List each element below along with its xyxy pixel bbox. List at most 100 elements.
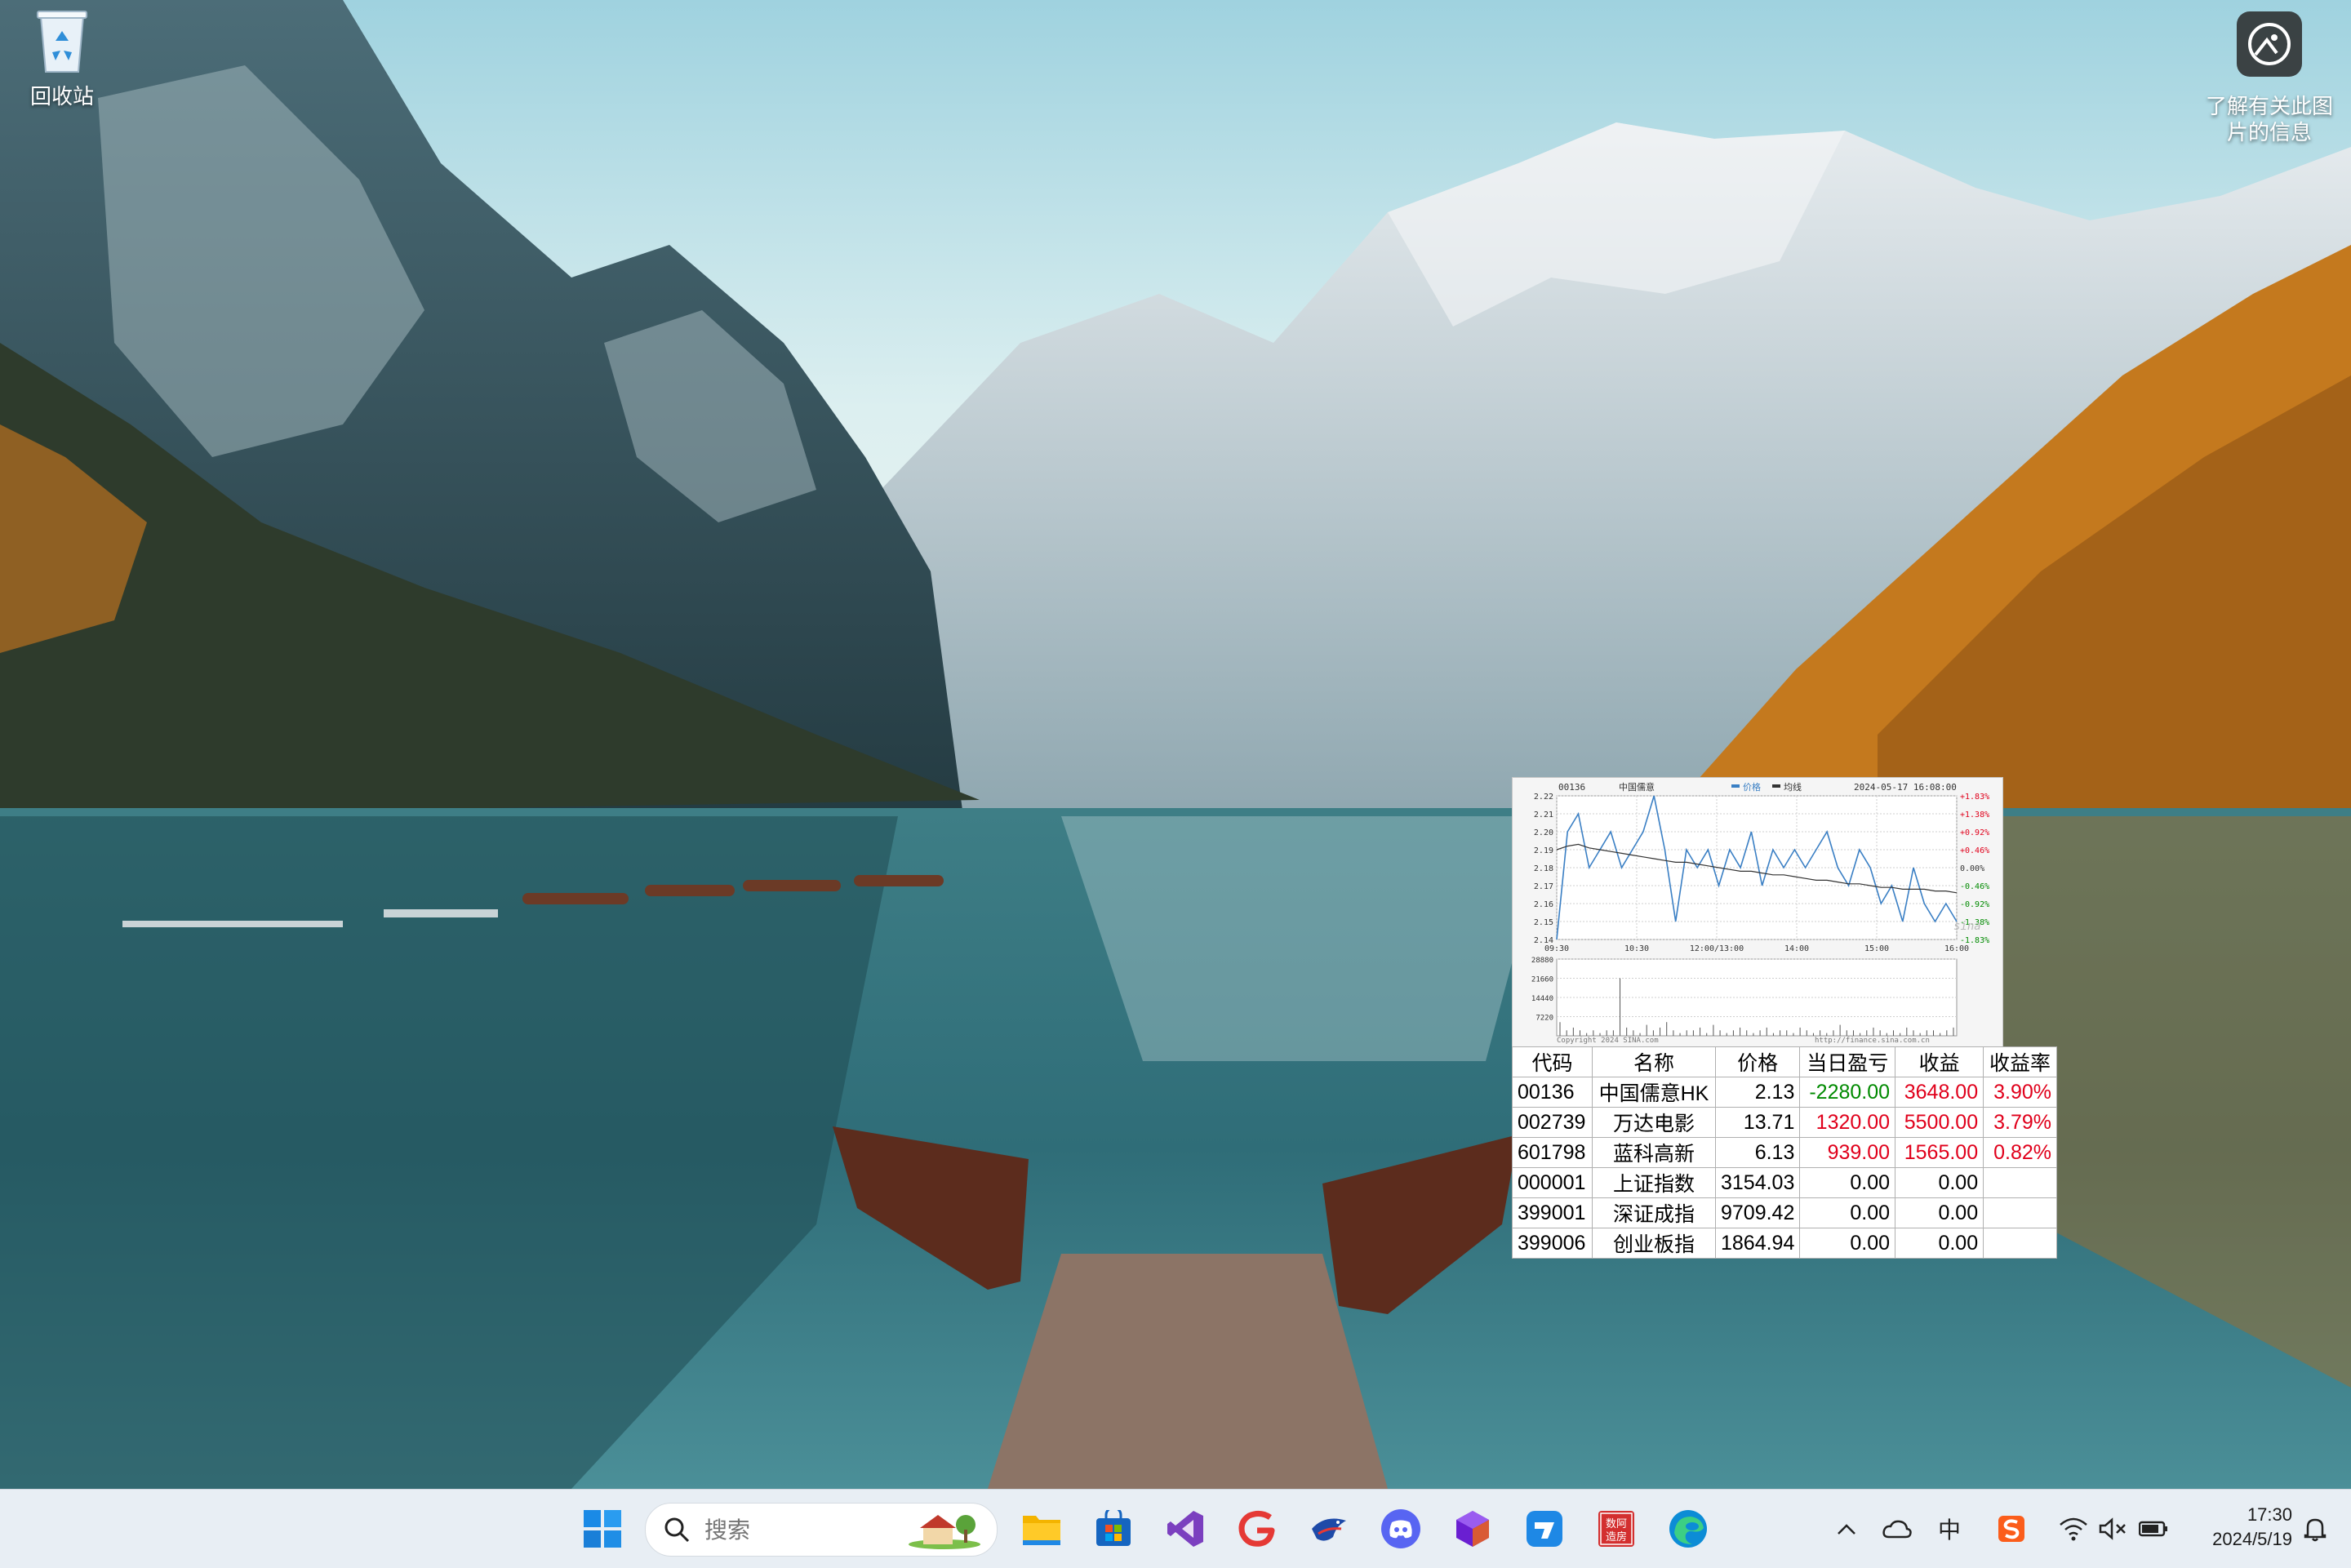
time-tick-label: 09:30 xyxy=(1544,944,1569,953)
stock-table: 代码 名称 价格 当日盈亏 收益 收益率 00136 中国儒意HK 2.13 -… xyxy=(1511,1046,2057,1259)
network-button[interactable] xyxy=(2055,1508,2091,1550)
desktop-wallpaper xyxy=(0,0,2351,1489)
cell-code: 002739 xyxy=(1511,1107,1593,1138)
legend-avg-swatch xyxy=(1772,784,1780,788)
file-explorer-button[interactable] xyxy=(1014,1501,1069,1557)
time-tick-label: 14:00 xyxy=(1784,944,1809,953)
price-tick-label: 2.16 xyxy=(1534,900,1553,909)
search-input[interactable] xyxy=(703,1513,902,1548)
show-hidden-icons-button[interactable] xyxy=(1832,1508,1861,1550)
price-tick-label: 2.19 xyxy=(1534,846,1553,855)
clock-time: 17:30 xyxy=(2247,1504,2292,1525)
taskbar: 数阿 造房 中 xyxy=(0,1489,2351,1568)
cell-code: 00136 xyxy=(1511,1077,1593,1108)
cell-daily-pnl: -2280.00 xyxy=(1799,1077,1896,1108)
cell-price: 13.71 xyxy=(1714,1107,1801,1138)
price-tick-label: 2.18 xyxy=(1534,864,1553,873)
spotlight-info-icon xyxy=(2237,11,2302,77)
cell-income: 0.00 xyxy=(1895,1197,1984,1228)
microsoft-store-button[interactable] xyxy=(1086,1501,1141,1557)
bird-app-button[interactable] xyxy=(1301,1501,1357,1557)
cell-code: 399001 xyxy=(1511,1197,1593,1228)
volume-button[interactable] xyxy=(2096,1508,2129,1550)
wifi-icon xyxy=(2060,1517,2087,1541)
taskbar-clock[interactable]: 17:30 2024/5/19 xyxy=(2178,1503,2292,1552)
header-code[interactable]: 代码 xyxy=(1511,1046,1593,1077)
header-price[interactable]: 价格 xyxy=(1714,1046,1801,1077)
ime-indicator[interactable]: 中 xyxy=(1935,1508,1964,1550)
header-name[interactable]: 名称 xyxy=(1592,1046,1716,1077)
table-row[interactable]: 002739 万达电影 13.71 1320.00 5500.00 3.79% xyxy=(1511,1107,2057,1138)
cell-name: 中国儒意HK xyxy=(1592,1077,1716,1108)
chart-watermark: sina xyxy=(1953,920,1981,933)
bell-icon xyxy=(2304,1518,2327,1542)
volume-tick-label: 28880 xyxy=(1531,957,1553,965)
table-row[interactable]: 399006 创业板指 1864.94 0.00 0.00 xyxy=(1511,1228,2057,1259)
battery-button[interactable] xyxy=(2135,1508,2171,1550)
percent-tick-label: +0.92% xyxy=(1960,828,1989,837)
chart-source-url: http://finance.sina.com.cn xyxy=(1815,1037,1930,1045)
cell-return-rate xyxy=(1983,1228,2057,1259)
header-return-rate[interactable]: 收益率 xyxy=(1983,1046,2057,1077)
price-tick-label: 2.20 xyxy=(1534,828,1553,837)
time-tick-label: 12:00/13:00 xyxy=(1690,944,1744,953)
edge-browser-button[interactable] xyxy=(1660,1501,1716,1557)
header-daily-pnl[interactable]: 当日盈亏 xyxy=(1799,1046,1896,1077)
percent-tick-label: +1.38% xyxy=(1960,811,1989,820)
cell-income: 1565.00 xyxy=(1895,1137,1984,1168)
chart-datetime: 2024-05-17 16:08:00 xyxy=(1854,782,1957,793)
clock-date: 2024/5/19 xyxy=(2212,1529,2292,1549)
cell-code: 399006 xyxy=(1511,1228,1593,1259)
price-tick-label: 2.15 xyxy=(1534,918,1553,927)
table-header-row: 代码 名称 价格 当日盈亏 收益 收益率 xyxy=(1511,1046,2057,1077)
cell-daily-pnl: 939.00 xyxy=(1799,1137,1896,1168)
volume-tick-label: 14440 xyxy=(1531,995,1553,1003)
purple-cube-app-button[interactable] xyxy=(1445,1501,1500,1557)
sogou-icon xyxy=(1998,1516,2024,1542)
percent-tick-label: -0.46% xyxy=(1960,882,1989,891)
table-row[interactable]: 601798 蓝科高新 6.13 939.00 1565.00 0.82% xyxy=(1511,1137,2057,1168)
red-g-app-button[interactable] xyxy=(1229,1501,1285,1557)
red-stamp-app-button[interactable]: 数阿 造房 xyxy=(1589,1501,1644,1557)
discord-icon xyxy=(1381,1509,1420,1548)
recycle-bin-label: 回收站 xyxy=(29,84,94,109)
legend-price-swatch xyxy=(1731,784,1740,788)
blue-arrow-app-button[interactable] xyxy=(1517,1501,1572,1557)
spotlight-info-shortcut[interactable]: 了解有关此图片的信息 xyxy=(2196,11,2343,145)
cell-income: 5500.00 xyxy=(1895,1107,1984,1138)
header-income[interactable]: 收益 xyxy=(1895,1046,1984,1077)
onedrive-button[interactable] xyxy=(1879,1508,1915,1550)
time-tick-label: 16:00 xyxy=(1944,944,1969,953)
edge-icon xyxy=(1669,1510,1707,1548)
cell-price: 6.13 xyxy=(1714,1137,1801,1168)
table-row[interactable]: 399001 深证成指 9709.42 0.00 0.00 xyxy=(1511,1197,2057,1228)
cell-return-rate: 3.90% xyxy=(1983,1077,2057,1108)
stock-widget[interactable]: 00136 中国儒意 价格 均线 2024-05-17 16:08:00 2.2… xyxy=(1511,777,2057,1259)
sogou-ime-button[interactable] xyxy=(1993,1508,2029,1550)
cell-price: 2.13 xyxy=(1714,1077,1801,1108)
percent-tick-label: 0.00% xyxy=(1960,864,1984,873)
volume-muted-icon xyxy=(2099,1517,2126,1540)
cell-income: 3648.00 xyxy=(1895,1077,1984,1108)
notifications-button[interactable] xyxy=(2297,1508,2333,1550)
chevron-up-icon xyxy=(1838,1524,1855,1535)
discord-button[interactable] xyxy=(1373,1501,1429,1557)
chart-stock-code: 00136 xyxy=(1558,782,1585,793)
cell-price: 3154.03 xyxy=(1714,1167,1801,1198)
recycle-bin-icon xyxy=(37,11,87,73)
table-row[interactable]: 00136 中国儒意HK 2.13 -2280.00 3648.00 3.90% xyxy=(1511,1077,2057,1108)
visual-studio-icon xyxy=(1167,1511,1203,1547)
bird-app-icon xyxy=(1312,1518,1346,1541)
red-stamp-app-icon: 数阿 造房 xyxy=(1598,1511,1634,1547)
file-explorer-icon xyxy=(1023,1516,1060,1545)
cell-name: 万达电影 xyxy=(1592,1107,1716,1138)
cell-name: 深证成指 xyxy=(1592,1197,1716,1228)
recycle-bin-shortcut[interactable]: 回收站 xyxy=(20,7,104,110)
taskbar-search[interactable] xyxy=(645,1503,998,1557)
visual-studio-button[interactable] xyxy=(1158,1501,1213,1557)
cell-name: 创业板指 xyxy=(1592,1228,1716,1259)
chart-copyright: Copyright 2024 SINA.com xyxy=(1557,1037,1659,1045)
start-button[interactable] xyxy=(575,1501,630,1557)
cell-income: 0.00 xyxy=(1895,1167,1984,1198)
table-row[interactable]: 000001 上证指数 3154.03 0.00 0.00 xyxy=(1511,1167,2057,1198)
